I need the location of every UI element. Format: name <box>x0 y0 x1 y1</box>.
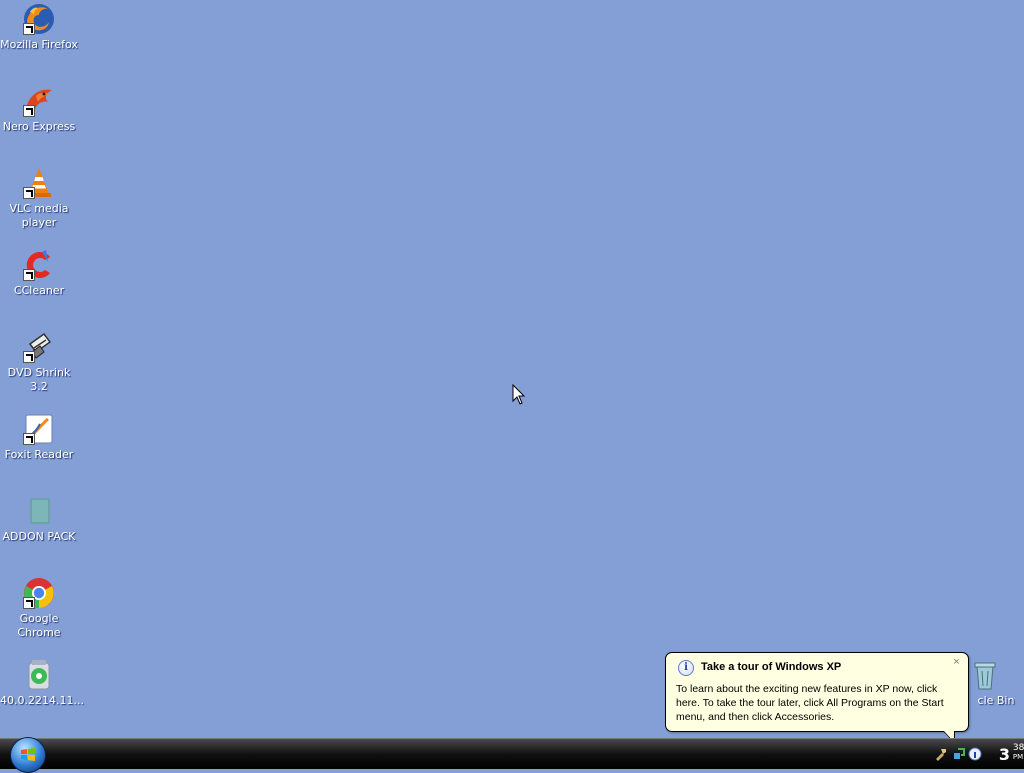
mouse-cursor-icon <box>512 384 526 405</box>
vlc-icon <box>22 166 56 200</box>
shortcut-arrow-icon <box>23 105 35 117</box>
clock[interactable]: 3 38 PM <box>998 744 1024 765</box>
desktop-icon-installer[interactable]: 40.0.2214.11... <box>0 658 84 708</box>
desktop-icon-label: ADDON PACK <box>2 530 76 543</box>
shortcut-arrow-icon <box>23 23 35 35</box>
desktop-icon-label: Nero Express <box>2 120 76 133</box>
tray-network-icon[interactable] <box>952 747 966 761</box>
installer-icon <box>22 658 56 692</box>
desktop: Mozilla Firefox Nero Express VLC media p… <box>0 0 1024 738</box>
shortcut-arrow-icon <box>23 269 35 281</box>
tray-tool-icon[interactable] <box>934 747 948 761</box>
shortcut-arrow-icon <box>23 351 35 363</box>
desktop-icon-nero-express[interactable]: Nero Express <box>0 84 78 134</box>
folder-icon <box>22 494 56 528</box>
clock-hour: 3 <box>998 745 1010 764</box>
ccleaner-icon <box>22 248 56 282</box>
desktop-icon-label: VLC media player <box>9 202 69 229</box>
chrome-icon <box>22 576 56 610</box>
desktop-icon-label: CCleaner <box>13 284 65 297</box>
desktop-icon-label: Foxit Reader <box>4 448 74 461</box>
desktop-icon-foxit-reader[interactable]: Foxit Reader <box>0 412 78 462</box>
tour-notification-balloon[interactable]: i Take a tour of Windows XP × To learn a… <box>665 652 969 744</box>
nero-icon <box>22 84 56 118</box>
shortcut-arrow-icon <box>23 597 35 609</box>
dvd-shrink-icon <box>22 330 56 364</box>
shortcut-arrow-icon <box>23 433 35 445</box>
info-icon: i <box>678 660 694 676</box>
desktop-icon-ccleaner[interactable]: CCleaner <box>0 248 78 298</box>
foxit-icon <box>22 412 56 446</box>
clock-ampm: PM <box>1012 753 1024 761</box>
desktop-icon-addon-pack[interactable]: ADDON PACK <box>0 494 78 544</box>
tray-info-icon[interactable] <box>968 747 982 761</box>
system-tray: 3 38 PM <box>906 739 1024 769</box>
desktop-icon-label: Mozilla Firefox <box>0 38 78 51</box>
shortcut-arrow-icon <box>23 187 35 199</box>
desktop-icon-label: 40.0.2214.11... <box>0 694 84 707</box>
taskbar: 3 38 PM <box>0 737 1024 773</box>
desktop-icon-vlc[interactable]: VLC media player <box>0 166 78 230</box>
balloon-body[interactable]: To learn about the exciting new features… <box>676 682 960 724</box>
desktop-icon-google-chrome[interactable]: Google Chrome <box>0 576 78 640</box>
windows-logo-icon <box>21 748 35 761</box>
firefox-icon <box>22 2 56 36</box>
balloon-title: Take a tour of Windows XP <box>701 661 842 673</box>
desktop-icon-firefox[interactable]: Mozilla Firefox <box>0 2 78 52</box>
clock-minutes: 38 <box>1012 743 1024 753</box>
close-icon[interactable]: × <box>951 657 962 668</box>
desktop-icon-dvd-shrink[interactable]: DVD Shrink 3.2 <box>0 330 78 394</box>
recycle-bin-icon <box>968 658 1002 692</box>
desktop-icon-label: DVD Shrink 3.2 <box>7 366 71 393</box>
desktop-icon-label: Google Chrome <box>17 612 61 639</box>
